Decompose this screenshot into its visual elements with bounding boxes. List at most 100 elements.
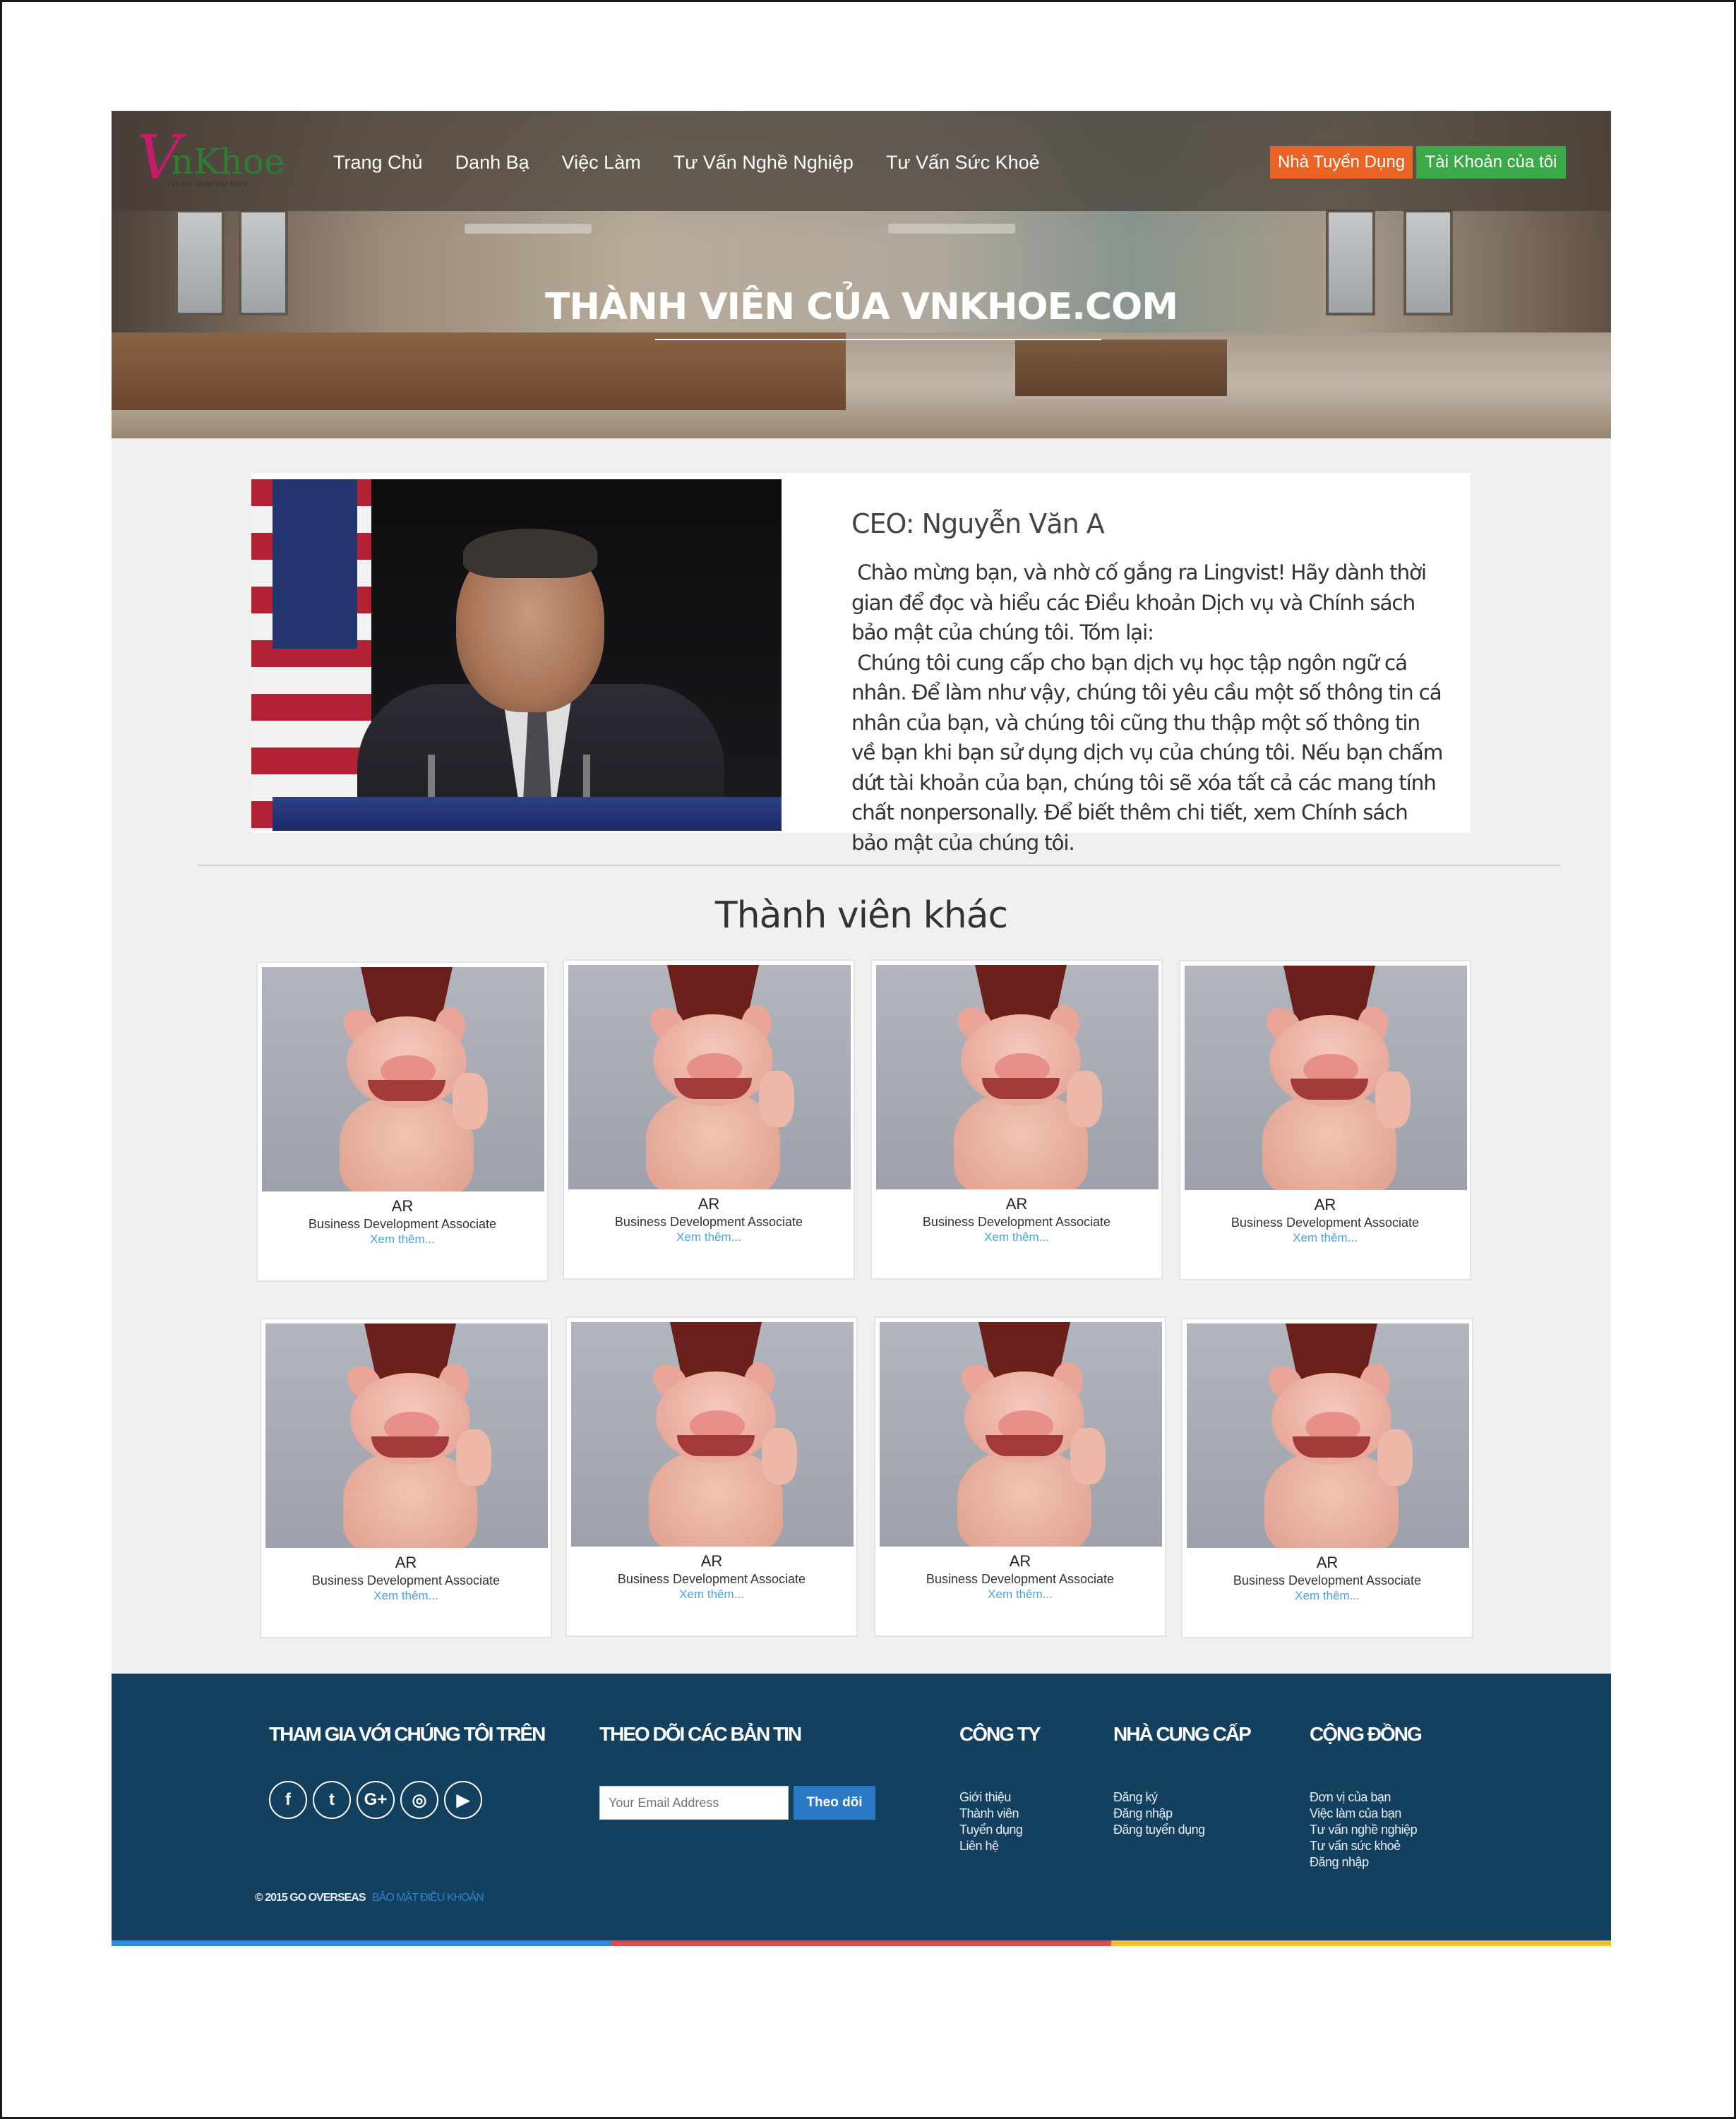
member-name: AR	[395, 1554, 417, 1571]
member-photo-hand	[1377, 1429, 1413, 1486]
footer-provider-links: Đăng ký Đăng nhập Đăng tuyển dụng	[1113, 1789, 1205, 1838]
member-photo-hand	[1067, 1071, 1102, 1127]
footer-company-title: CÔNG TY	[959, 1723, 1041, 1745]
footer-link[interactable]: Việc làm của bạn	[1310, 1806, 1417, 1822]
twitter-icon[interactable]: t	[313, 1781, 351, 1819]
member-card[interactable]: AR Business Development Associate Xem th…	[260, 1318, 552, 1638]
member-name: AR	[700, 1552, 723, 1570]
other-members-title: Thành viên khác	[714, 894, 1008, 937]
member-role: Business Development Associate	[311, 1573, 501, 1587]
nav-item-jobs[interactable]: Việc Làm	[562, 152, 641, 174]
member-role: Business Development Associate	[308, 1217, 497, 1231]
nav-item-home[interactable]: Trang Chủ	[333, 152, 423, 174]
footer-link[interactable]: Thành viên	[959, 1806, 1022, 1822]
member-more-link[interactable]: Xem thêm...	[564, 1230, 854, 1244]
site-container: V nKhoe Vì sức khỏe Việt Nam Trang Chủ D…	[112, 111, 1611, 1946]
member-role: Business Development Associate	[614, 1215, 803, 1229]
member-more-link[interactable]: Xem thêm...	[875, 1587, 1165, 1602]
footer-link[interactable]: Tuyển dụng	[959, 1822, 1023, 1838]
member-card[interactable]: AR Business Development Associate Xem th…	[565, 1316, 858, 1637]
member-photo-hand	[1070, 1428, 1106, 1484]
member-photo-hand	[453, 1073, 488, 1129]
footer-link[interactable]: Tư vấn nghề nghiệp	[1310, 1822, 1418, 1838]
section-divider	[198, 865, 1560, 866]
member-card[interactable]: AR Business Development Associate Xem th…	[874, 1316, 1166, 1637]
footer-link[interactable]: Đăng nhập	[1310, 1854, 1417, 1871]
member-photo	[568, 965, 851, 1189]
member-name: AR	[698, 1195, 720, 1213]
footer-join-title: THAM GIA VỚI CHÚNG TÔI TRÊN	[269, 1723, 546, 1745]
ceo-photo-hair	[463, 529, 597, 578]
member-photo-mouth	[1293, 1436, 1370, 1458]
member-more-link[interactable]: Xem thêm...	[258, 1232, 547, 1247]
member-photo	[880, 1322, 1162, 1547]
member-photo	[1185, 966, 1467, 1190]
footer-link[interactable]: Liên hệ	[959, 1838, 1022, 1854]
page-title: THÀNH VIÊN CỦA VNKHOE.COM	[544, 286, 1178, 328]
footer-link[interactable]: Đăng nhập	[1113, 1806, 1205, 1822]
ceo-name: CEO: Nguyễn Văn A	[851, 508, 1105, 539]
member-photo-hand	[762, 1428, 797, 1484]
footer-company-links: Giới thiệu Thành viên Tuyển dụng Liên hệ	[959, 1789, 1023, 1854]
member-photo-mouth	[982, 1078, 1060, 1099]
member-more-link[interactable]: Xem thêm...	[567, 1587, 856, 1602]
member-card[interactable]: AR Business Development Associate Xem th…	[563, 959, 855, 1280]
footer-link[interactable]: Tư vấn sức khoẻ	[1310, 1838, 1417, 1854]
member-photo-mouth	[674, 1078, 752, 1099]
top-navbar: V nKhoe Vì sức khỏe Việt Nam Trang Chủ D…	[112, 111, 1611, 211]
logo-text: nKhoe	[171, 141, 285, 182]
google-plus-icon[interactable]: G+	[357, 1781, 395, 1819]
footer-link[interactable]: Giới thiệu	[959, 1789, 1022, 1806]
hero-banner: V nKhoe Vì sức khỏe Việt Nam Trang Chủ D…	[112, 111, 1611, 438]
member-name: AR	[391, 1197, 414, 1215]
footer-link[interactable]: Đơn vị của bạn	[1310, 1789, 1417, 1806]
member-role: Business Development Associate	[617, 1572, 806, 1586]
youtube-icon[interactable]: ▶	[444, 1781, 482, 1819]
site-logo[interactable]: V nKhoe Vì sức khỏe Việt Nam	[137, 126, 285, 190]
footer-provider-title: NHÀ CUNG CẤP	[1113, 1723, 1252, 1745]
member-photo	[571, 1322, 854, 1547]
member-card[interactable]: AR Business Development Associate Xem th…	[256, 961, 549, 1282]
footer-stripe-red	[611, 1940, 1111, 1946]
footer-newsletter-title: THEO DÕI CÁC BẢN TIN	[599, 1723, 802, 1745]
newsletter-email-input[interactable]	[599, 1786, 789, 1820]
member-card[interactable]: AR Business Development Associate Xem th…	[1179, 960, 1471, 1280]
member-more-link[interactable]: Xem thêm...	[872, 1230, 1161, 1244]
member-card[interactable]: AR Business Development Associate Xem th…	[1181, 1318, 1473, 1638]
footer-link[interactable]: Đăng ký	[1113, 1789, 1205, 1806]
flag-graphic	[251, 479, 371, 831]
employer-button[interactable]: Nhà Tuyển Dụng	[1270, 146, 1413, 179]
ceo-card: CEO: Nguyễn Văn A Chào mừng bạn, và nhờ …	[251, 473, 1471, 855]
my-account-button[interactable]: Tài Khoản của tôi	[1416, 146, 1566, 179]
member-role: Business Development Associate	[922, 1215, 1111, 1229]
title-underline	[655, 339, 1101, 340]
podium	[273, 797, 782, 831]
subscribe-button[interactable]: Theo dõi	[794, 1786, 875, 1820]
nav-item-directory[interactable]: Danh Bạ	[455, 152, 529, 174]
member-more-link[interactable]: Xem thêm...	[1180, 1231, 1470, 1245]
member-name: AR	[1005, 1195, 1028, 1213]
footer-link[interactable]: Đăng tuyển dụng	[1113, 1822, 1205, 1838]
footer-community-links: Đơn vị của bạn Việc làm của bạn Tư vấn n…	[1310, 1789, 1418, 1871]
footer-stripe-blue	[112, 1940, 611, 1946]
social-icons: f t G+ ◎ ▶	[269, 1781, 482, 1819]
member-card[interactable]: AR Business Development Associate Xem th…	[870, 959, 1163, 1280]
member-photo	[262, 967, 544, 1191]
ceo-photo	[251, 479, 782, 831]
member-photo-mouth	[986, 1435, 1063, 1456]
nav-item-career-advice[interactable]: Tư Vấn Nghề Nghiệp	[674, 152, 854, 174]
member-name: AR	[1009, 1552, 1031, 1570]
member-photo-hand	[1375, 1071, 1411, 1128]
terms-link[interactable]: BẢO MẬT ĐIỀU KHOẢN	[372, 1892, 484, 1904]
member-more-link[interactable]: Xem thêm...	[1183, 1589, 1472, 1603]
facebook-icon[interactable]: f	[269, 1781, 307, 1819]
member-name: AR	[1316, 1554, 1339, 1571]
main-nav: Trang Chủ Danh Bạ Việc Làm Tư Vấn Nghề N…	[333, 152, 1040, 174]
member-photo-hand	[456, 1429, 491, 1486]
member-photo-mouth	[677, 1435, 755, 1456]
member-more-link[interactable]: Xem thêm...	[261, 1589, 551, 1603]
ceo-bio-text: Chào mừng bạn, và nhờ cố gắng ra Lingvis…	[851, 560, 1443, 855]
ceo-bio: Chào mừng bạn, và nhờ cố gắng ra Lingvis…	[851, 558, 1444, 858]
instagram-icon[interactable]: ◎	[400, 1781, 438, 1819]
nav-item-health-advice[interactable]: Tư Vấn Sức Khoẻ	[886, 152, 1040, 174]
